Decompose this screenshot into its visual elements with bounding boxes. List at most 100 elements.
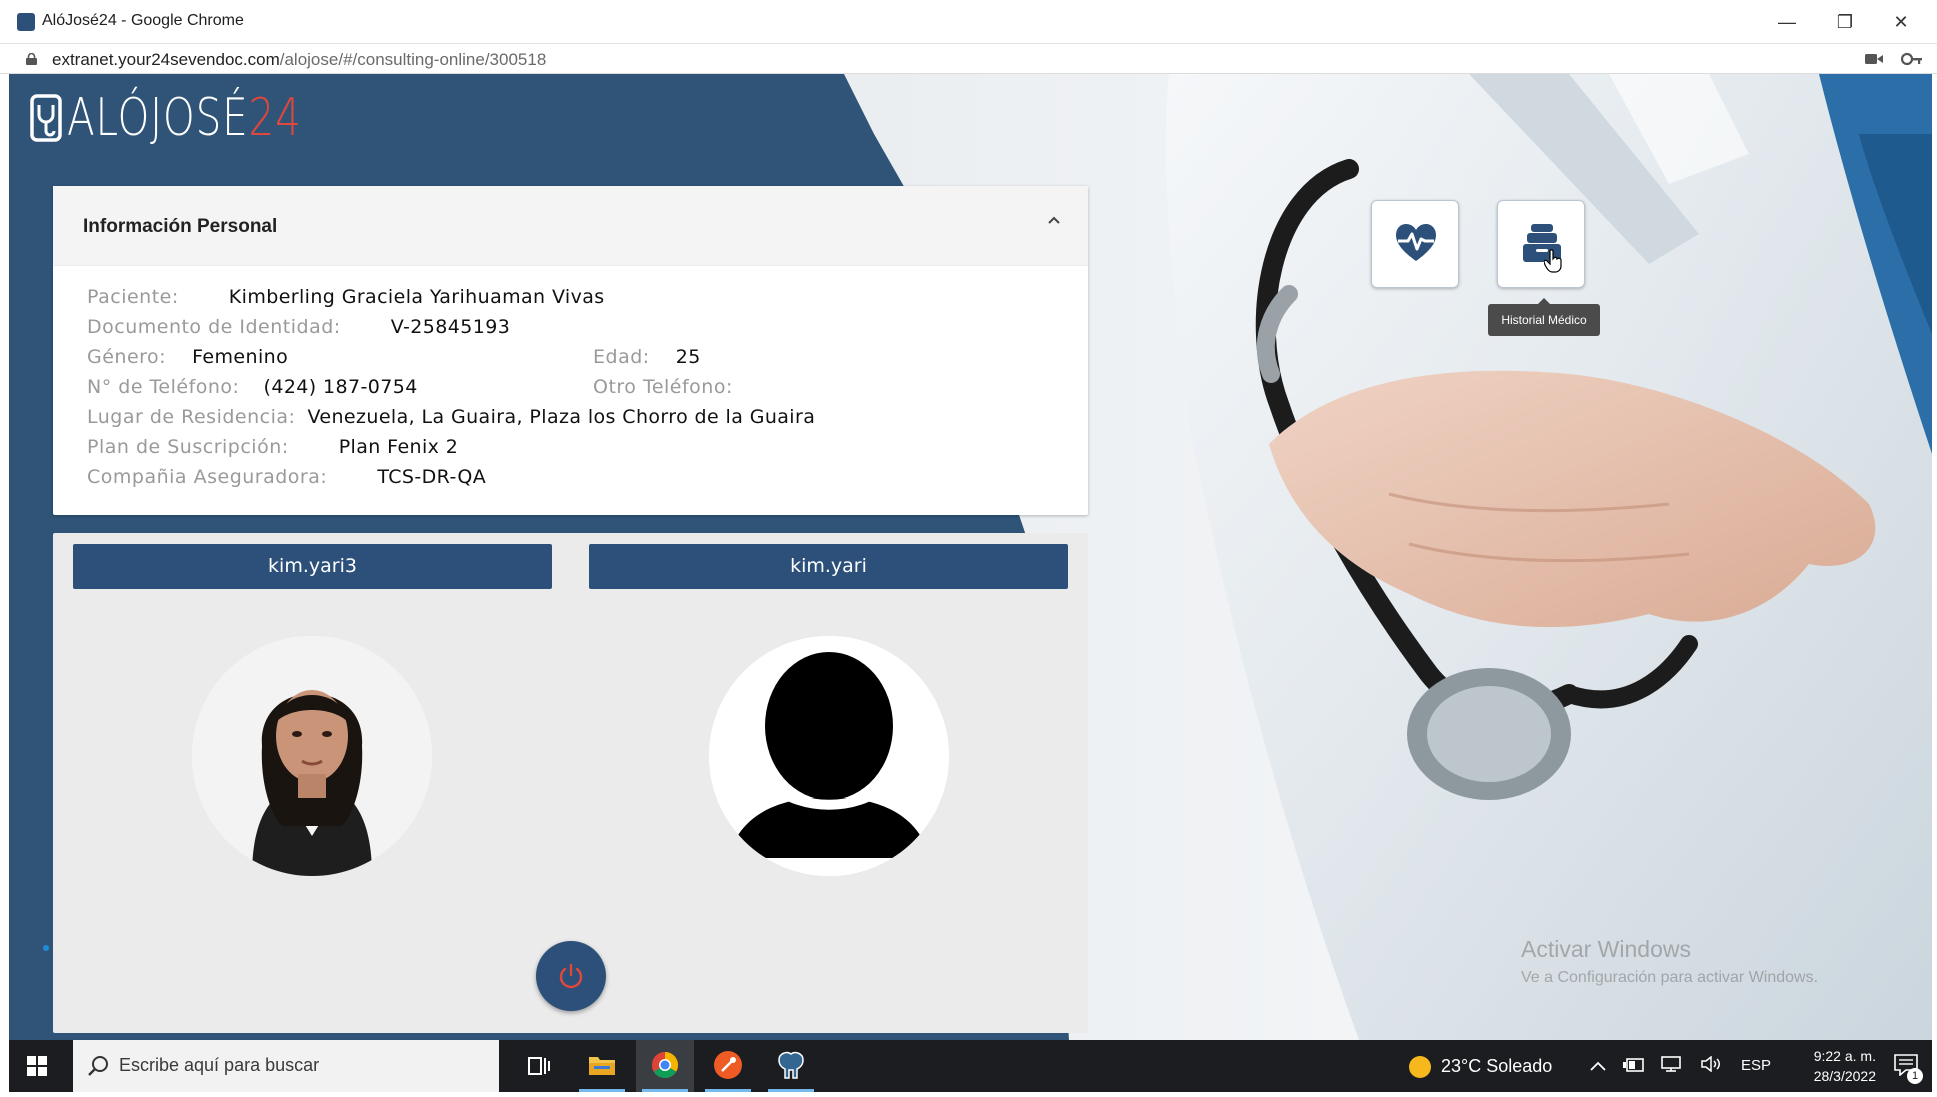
close-window-button[interactable]: ✕ [1878,6,1924,38]
notification-count-badge: 1 [1907,1068,1923,1084]
medical-history-button[interactable] [1497,200,1585,288]
chevron-up-icon[interactable] [1046,212,1062,228]
network-icon [1661,1056,1681,1072]
end-call-button[interactable] [536,941,606,1011]
address-bar[interactable]: extranet.your24sevendoc.com/alojose/#/co… [0,44,1937,74]
windows-taskbar: Escribe aquí para buscar 23°C Soleado ES… [9,1040,1932,1092]
phone-value: (424) 187-0754 [263,376,418,398]
other-phone-row: Otro Teléfono: [593,376,745,398]
window-titlebar: AlóJosé24 - Google Chrome — ❐ ✕ [0,0,1937,44]
heart-pulse-icon [1396,224,1436,261]
logo-wordmark: ALÓJOSÉ24 [67,88,302,148]
url-host: extranet.your24sevendoc.com [52,50,280,69]
insurer-value: TCS-DR-QA [377,466,487,488]
personal-info-header[interactable]: Información Personal [53,186,1088,266]
insurer-row: Compañia Aseguradora: TCS-DR-QA [87,466,486,488]
insurer-label: Compañia Aseguradora: [87,466,328,488]
window-title: AlóJosé24 - Google Chrome [42,12,244,29]
id-label: Documento de Identidad: [87,316,341,338]
folder-icon [589,1057,615,1075]
gender-row: Género: Femenino [87,346,288,368]
patient-row: Paciente: Kimberling Graciela Yarihuaman… [87,286,605,308]
input-language[interactable]: ESP [1741,1040,1771,1092]
network-tray[interactable] [1661,1040,1683,1092]
postman-taskbar-app[interactable] [699,1040,757,1092]
plan-value: Plan Fenix 2 [338,436,459,458]
speaker-icon [1701,1055,1720,1073]
lock-icon [26,53,37,65]
activate-windows-watermark: Activar Windows Ve a Configuración para … [1521,936,1818,987]
search-icon [88,1056,108,1076]
activate-windows-subtitle: Ve a Configuración para activar Windows. [1521,969,1819,986]
clock-date: 28/3/2022 [1813,1068,1876,1084]
participant-1-button[interactable]: kim.yari3 [73,544,552,589]
windows-start-icon[interactable] [27,1056,47,1076]
logo-text: ALÓJOSÉ [67,88,249,148]
password-key-icon[interactable] [1901,51,1923,67]
postgresql-elephant-icon [778,1051,804,1079]
phone-label: N° de Teléfono: [87,376,240,398]
weather-text: 23°C Soleado [1441,1056,1553,1076]
app-logo[interactable]: ALÓJOSÉ24 [29,88,368,148]
clock-time: 9:22 a. m. [1813,1048,1876,1064]
file-explorer-taskbar-app[interactable] [573,1040,631,1092]
age-value: 25 [675,346,701,368]
sun-icon [1409,1056,1431,1079]
logo-number: 24 [248,88,302,148]
plan-row: Plan de Suscripción: Plan Fenix 2 [87,436,458,458]
activate-windows-title: Activar Windows [1521,936,1691,962]
age-label: Edad: [593,346,650,368]
camera-in-use-icon[interactable] [1865,52,1883,66]
stethoscope-phone-logo-icon [30,94,62,142]
medical-history-tooltip: Historial Médico [1488,298,1600,336]
residence-row: Lugar de Residencia: Venezuela, La Guair… [87,406,815,428]
taskbar-search-placeholder: Escribe aquí para buscar [119,1055,320,1075]
task-view-button[interactable] [510,1040,568,1092]
personal-info-card: Información Personal Paciente: Kimberlin… [53,186,1088,515]
residence-label: Lugar de Residencia: [87,406,296,428]
vital-signs-button[interactable] [1371,200,1459,288]
url-path: /alojose/#/consulting-online/300518 [279,50,547,69]
weather-widget[interactable]: 23°C Soleado [1409,1040,1552,1092]
video-call-panel: kim.yari3 kim.yari [53,533,1088,1033]
personal-info-title: Información Personal [83,216,278,237]
phone-row: N° de Teléfono: (424) 187-0754 [87,376,418,398]
running-indicator [579,1089,625,1092]
battery-icon [1623,1058,1644,1072]
default-user-silhouette-icon [709,636,949,876]
running-indicator [705,1089,751,1092]
patient-photo [192,636,432,876]
residence-value: Venezuela, La Guaira, Plaza los Chorro d… [307,406,816,428]
id-row: Documento de Identidad: V-25845193 [87,316,510,338]
power-icon [559,963,583,989]
patient-label: Paciente: [87,286,179,308]
page-viewport: ALÓJOSÉ24 Información Personal Paciente:… [9,74,1932,1040]
participant-2-button[interactable]: kim.yari [589,544,1068,589]
hand-cursor-icon [1544,249,1562,273]
show-hidden-icons-button[interactable] [1589,1040,1607,1092]
age-row: Edad: 25 [593,346,701,368]
postman-icon [714,1051,742,1079]
app-favicon-icon [17,13,35,31]
chrome-taskbar-app[interactable] [636,1040,694,1092]
running-indicator [642,1089,688,1092]
battery-tray[interactable] [1623,1040,1645,1092]
taskbar-clock[interactable]: 9:22 a. m. 28/3/2022 [1814,1046,1876,1086]
running-indicator [768,1089,814,1092]
gender-value: Femenino [192,346,289,368]
participant-1-avatar [192,636,432,876]
restore-button[interactable]: ❐ [1822,6,1868,38]
status-dot [43,945,49,951]
pgadmin-taskbar-app[interactable] [762,1040,820,1092]
chevron-up-tray-icon [1590,1061,1606,1071]
plan-label: Plan de Suscripción: [87,436,289,458]
gender-label: Género: [87,346,167,368]
other-phone-label: Otro Teléfono: [593,376,733,398]
volume-tray[interactable] [1701,1040,1723,1092]
task-view-icon [528,1057,550,1075]
minimize-button[interactable]: — [1764,6,1810,38]
taskbar-search-box[interactable]: Escribe aquí para buscar [73,1040,499,1092]
url-text[interactable]: extranet.your24sevendoc.com/alojose/#/co… [52,50,546,70]
participant-2-avatar [709,636,949,876]
patient-value: Kimberling Graciela Yarihuaman Vivas [228,286,605,308]
